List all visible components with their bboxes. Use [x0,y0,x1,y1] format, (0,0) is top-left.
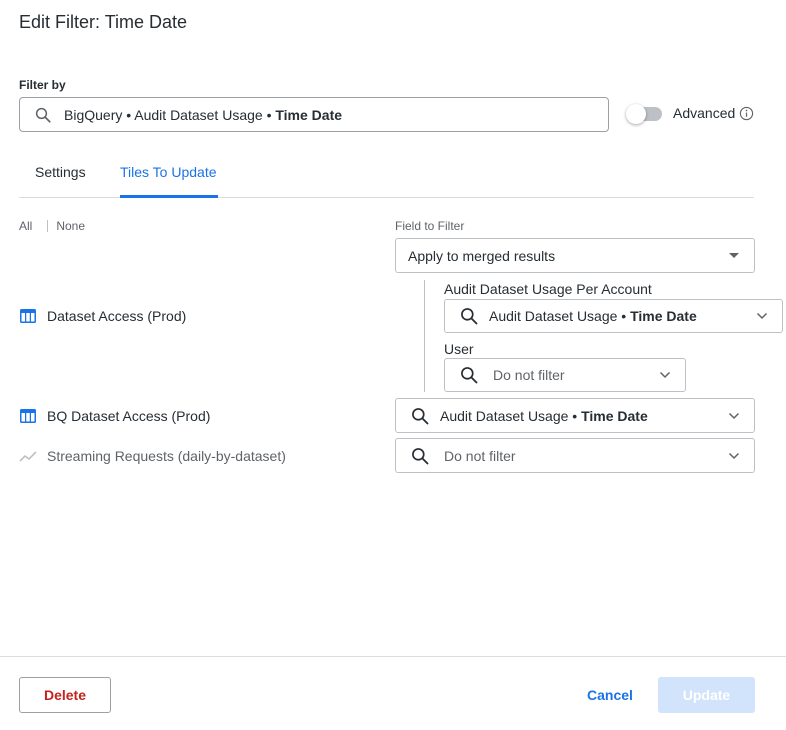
cancel-button[interactable]: Cancel [580,677,640,713]
active-tab-indicator [120,195,218,198]
audit-field-select[interactable]: Audit Dataset Usage • Time Date [444,299,783,333]
search-icon [410,406,430,426]
table-icon [19,407,37,425]
audit-source-label: Audit Dataset Usage Per Account [444,281,652,297]
caret-down-icon [728,252,740,260]
user-source-label: User [444,341,474,357]
tile-streaming-requests: Streaming Requests (daily-by-dataset) [19,447,286,465]
table-icon [19,307,37,325]
tile-bq-dataset-access: BQ Dataset Access (Prod) [19,407,210,425]
select-all-link[interactable]: All [19,219,32,233]
user-field-value: Do not filter [493,367,565,383]
bq-field-value: Audit Dataset Usage • Time Date [440,407,648,424]
tile-name: Dataset Access (Prod) [47,308,187,324]
chevron-down-icon [659,371,671,379]
filter-by-field[interactable]: BigQuery • Audit Dataset Usage • Time Da… [19,97,609,132]
search-icon [459,365,479,385]
filter-by-label: Filter by [19,78,66,92]
select-all-none: All None [19,219,85,233]
dialog-title: Edit Filter: Time Date [19,12,188,32]
select-none-link[interactable]: None [56,219,85,233]
tab-tiles-to-update[interactable]: Tiles To Update [120,164,217,180]
merged-results-select[interactable]: Apply to merged results [395,238,755,273]
search-icon [459,306,479,326]
merged-results-value: Apply to merged results [408,247,556,264]
audit-field-value: Audit Dataset Usage • Time Date [489,308,697,324]
tile-dataset-access: Dataset Access (Prod) [19,307,186,325]
search-icon [34,106,52,124]
tab-bar: Settings Tiles To Update [19,152,754,198]
info-icon[interactable] [739,106,754,124]
update-button[interactable]: Update [658,677,755,713]
line-chart-icon [19,447,37,465]
user-field-select[interactable]: Do not filter [444,358,686,392]
chevron-down-icon [728,452,740,460]
merged-divider [424,280,425,392]
bq-field-select[interactable]: Audit Dataset Usage • Time Date [395,398,755,433]
filter-by-value: BigQuery • Audit Dataset Usage • Time Da… [64,106,343,123]
advanced-label: Advanced [673,105,736,121]
tab-settings[interactable]: Settings [35,164,86,180]
footer-divider [0,656,786,657]
search-icon [410,446,430,466]
chevron-down-icon [756,312,768,320]
field-to-filter-label: Field to Filter [395,219,465,233]
advanced-toggle[interactable] [626,104,664,124]
tile-name: BQ Dataset Access (Prod) [47,408,211,424]
streaming-field-select[interactable]: Do not filter [395,438,755,473]
streaming-field-value: Do not filter [444,447,516,464]
tile-name: Streaming Requests (daily-by-dataset) [47,448,286,464]
chevron-down-icon [728,412,740,420]
delete-button[interactable]: Delete [19,677,111,713]
